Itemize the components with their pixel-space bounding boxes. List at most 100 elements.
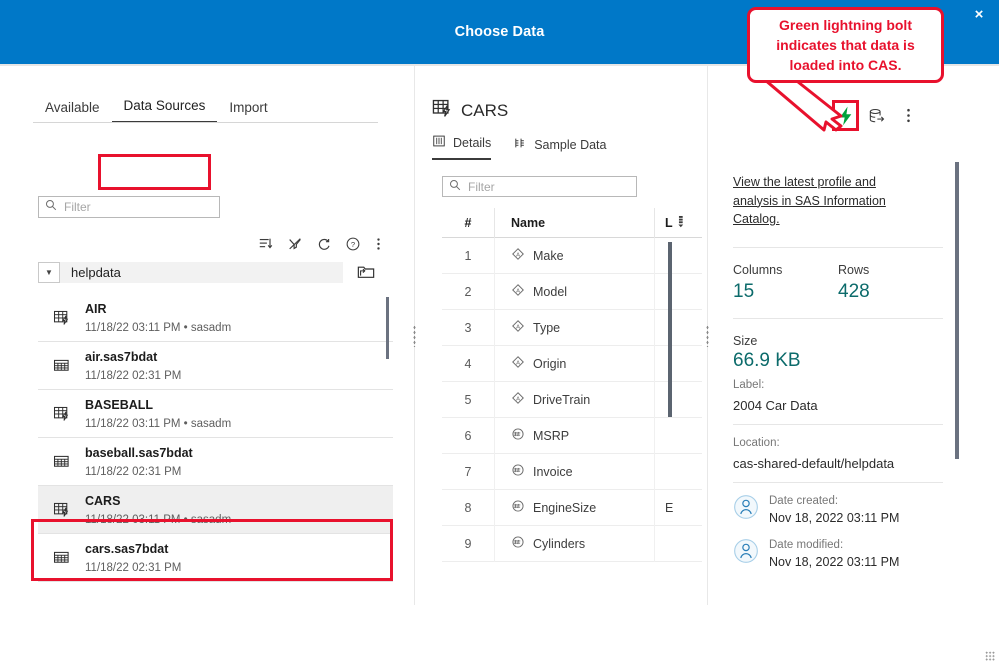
- location-label: Location:: [733, 437, 780, 449]
- table-row[interactable]: 9 Cylinders: [442, 525, 702, 562]
- column-name: Make: [533, 248, 564, 263]
- tab-sample-data-label: Sample Data: [534, 137, 607, 152]
- splitter-grip[interactable]: [706, 324, 709, 347]
- search-icon: [449, 178, 461, 196]
- library-path-value[interactable]: helpdata: [60, 261, 343, 283]
- columns-stat-label: Columns: [733, 263, 783, 277]
- table-details-panel: CARS Details Sample Data Filter # Name L…: [422, 66, 702, 621]
- list-item-meta: 11/18/22 02:31 PM: [85, 561, 182, 574]
- list-item[interactable]: BASEBALL 11/18/22 03:11 PM • sasadm: [38, 390, 393, 438]
- character-type-icon: A: [511, 247, 525, 264]
- resize-grip[interactable]: [985, 651, 995, 661]
- table-row[interactable]: 7 Invoice: [442, 453, 702, 490]
- list-item[interactable]: baseball.sas7bdat 11/18/22 02:31 PM: [38, 438, 393, 486]
- columns-filter[interactable]: [442, 176, 637, 197]
- column-header-num[interactable]: #: [442, 216, 494, 230]
- columns-vscrollbar-thumb[interactable]: [668, 242, 672, 417]
- column-name: Invoice: [533, 464, 573, 479]
- list-item[interactable]: cars.sas7bdat 11/18/22 02:31 PM: [38, 534, 393, 582]
- data-sources-filter-input[interactable]: [62, 199, 207, 215]
- left-splitter[interactable]: [410, 66, 419, 605]
- column-name-cell: A Type: [494, 309, 654, 346]
- dialog-scrollbar-thumb[interactable]: [955, 162, 959, 459]
- more-options-icon[interactable]: [374, 236, 383, 253]
- data-sources-toolbar: ?: [258, 233, 383, 255]
- library-dropdown-toggle[interactable]: ▼: [38, 261, 60, 283]
- date-modified-label: Date modified:: [769, 539, 844, 551]
- columns-stat: Columns 15: [733, 262, 838, 304]
- column-header-label[interactable]: L: [654, 208, 702, 238]
- details-tabs: Details Sample Data: [432, 134, 606, 160]
- clear-filter-icon[interactable]: [287, 236, 303, 253]
- table-row[interactable]: 4 A Origin: [442, 345, 702, 382]
- refresh-icon[interactable]: [316, 236, 332, 253]
- column-label: [654, 525, 702, 562]
- column-num: 4: [464, 356, 472, 371]
- data-sources-filter[interactable]: [38, 196, 220, 218]
- numeric-type-icon: [511, 535, 525, 552]
- list-item-meta: 11/18/22 03:11 PM • sasadm: [85, 513, 232, 526]
- help-icon[interactable]: ?: [345, 236, 361, 253]
- tab-import[interactable]: Import: [217, 100, 279, 123]
- list-item-name: CARS: [85, 493, 121, 508]
- table-row[interactable]: 1 A Make: [442, 237, 702, 274]
- date-info: Date created: Nov 18, 2022 03:11 PM Date…: [733, 491, 899, 579]
- more-options-icon[interactable]: [900, 106, 916, 125]
- column-num: 3: [464, 320, 472, 335]
- column-num: 6: [464, 428, 472, 443]
- new-folder-icon[interactable]: [357, 263, 375, 281]
- tab-available[interactable]: Available: [33, 100, 112, 123]
- column-label: [654, 345, 702, 382]
- date-modified-row: Date modified: Nov 18, 2022 03:11 PM: [733, 535, 899, 571]
- rows-stat: Rows 428: [838, 262, 943, 304]
- list-item-meta: 11/18/22 02:31 PM: [85, 465, 182, 478]
- list-item[interactable]: CITIWK: [38, 582, 393, 594]
- column-name-cell: A DriveTrain: [494, 381, 654, 418]
- column-num: 7: [464, 464, 472, 479]
- table-title-row: CARS: [432, 98, 508, 123]
- data-sources-panel: Available Data Sources Import Filter ? ▼…: [0, 66, 410, 605]
- table-row[interactable]: 2 A Model: [442, 273, 702, 310]
- information-catalog-link[interactable]: View the latest profile and analysis in …: [733, 173, 905, 229]
- list-item-meta: 11/18/22 02:31 PM: [85, 369, 182, 382]
- column-header-label-text: L: [665, 215, 673, 230]
- cas-table-icon: [48, 405, 74, 422]
- column-name: EngineSize: [533, 500, 597, 515]
- tab-sample-data[interactable]: Sample Data: [513, 136, 606, 160]
- data-sources-list[interactable]: AIR 11/18/22 03:11 PM • sasadm air.sas7b…: [38, 294, 393, 594]
- tab-details[interactable]: Details: [432, 134, 492, 160]
- metadata-divider: [733, 424, 943, 425]
- tabs-divider: [33, 122, 378, 123]
- dialog-body: Available Data Sources Import Filter ? ▼…: [0, 66, 999, 621]
- column-name-cell: MSRP: [494, 417, 654, 454]
- table-row[interactable]: 3 A Type: [442, 309, 702, 346]
- columns-filter-input[interactable]: [466, 178, 616, 195]
- list-item-meta: 11/18/22 03:11 PM • sasadm: [85, 417, 232, 430]
- data-sources-scrollbar-thumb[interactable]: [386, 297, 389, 359]
- list-item-cars[interactable]: CARS 11/18/22 03:11 PM • sasadm: [38, 486, 393, 534]
- dialog-title: Choose Data: [454, 24, 545, 40]
- column-label: E: [654, 489, 702, 526]
- list-item[interactable]: AIR 11/18/22 03:11 PM • sasadm: [38, 294, 393, 342]
- list-item-name: BASEBALL: [85, 397, 154, 412]
- column-num: 2: [464, 284, 472, 299]
- sort-icon[interactable]: [258, 236, 274, 253]
- date-created-value: Nov 18, 2022 03:11 PM: [769, 511, 900, 525]
- column-label: [654, 309, 702, 346]
- list-item-meta: 11/18/22 03:11 PM • sasadm: [85, 321, 232, 334]
- column-label: [654, 273, 702, 310]
- column-header-name[interactable]: Name: [494, 208, 654, 238]
- right-splitter[interactable]: [703, 66, 712, 605]
- close-button[interactable]: ×: [969, 4, 989, 24]
- splitter-grip[interactable]: [413, 324, 416, 347]
- tab-data-sources[interactable]: Data Sources: [111, 98, 218, 123]
- rows-stat-label: Rows: [838, 263, 870, 277]
- list-item[interactable]: air.sas7bdat 11/18/22 02:31 PM: [38, 342, 393, 390]
- svg-text:A: A: [516, 360, 520, 366]
- table-row[interactable]: 6 MSRP: [442, 417, 702, 454]
- columns-stat-value: 15: [733, 281, 755, 302]
- table-row[interactable]: 5 A DriveTrain: [442, 381, 702, 418]
- table-row[interactable]: 8 EngineSize E: [442, 489, 702, 526]
- column-menu-icon[interactable]: [677, 215, 685, 231]
- search-icon: [45, 198, 57, 216]
